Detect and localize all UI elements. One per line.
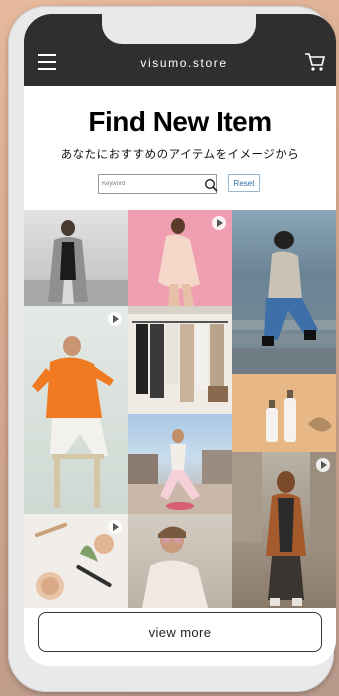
brand-name[interactable]: visumo.store bbox=[104, 56, 264, 70]
reset-button[interactable]: Reset bbox=[228, 174, 260, 192]
page-title: Find New Item bbox=[88, 106, 272, 137]
cart-icon[interactable] bbox=[304, 52, 326, 72]
phone-notch bbox=[102, 14, 256, 44]
gallery-item-makeup-flatlay[interactable] bbox=[24, 514, 128, 608]
gallery-item-denim-stairs-woman[interactable] bbox=[232, 210, 336, 374]
image-gallery bbox=[24, 210, 336, 612]
search-icon[interactable] bbox=[204, 178, 218, 192]
play-icon bbox=[108, 520, 122, 534]
gallery-item-cosmetic-bottles[interactable] bbox=[232, 374, 336, 452]
hamburger-menu-icon[interactable] bbox=[38, 54, 56, 70]
app-header: visumo.store bbox=[24, 14, 336, 86]
play-icon bbox=[212, 216, 226, 230]
play-icon bbox=[316, 458, 330, 472]
rooftop-pose-woman-image bbox=[128, 429, 232, 514]
cosmetic-bottles-image bbox=[266, 390, 332, 442]
app-screen: visumo.store Find New Item あなたにおすすめのアイテム… bbox=[24, 14, 336, 666]
gallery-item-plaid-coat-woman[interactable] bbox=[24, 210, 128, 306]
view-more-button[interactable]: view more bbox=[38, 612, 322, 652]
gallery-item-pink-dress-woman[interactable] bbox=[128, 210, 232, 306]
sunglasses-woman-image bbox=[142, 526, 208, 608]
plaid-coat-woman-image bbox=[24, 220, 128, 306]
clothing-rack-image bbox=[128, 306, 232, 402]
play-icon bbox=[108, 312, 122, 326]
gallery-item-orange-hoodie-woman[interactable] bbox=[24, 306, 128, 514]
gallery-item-clothing-rack[interactable] bbox=[128, 306, 232, 414]
orange-hoodie-woman-image bbox=[32, 336, 114, 508]
gallery-item-street-coat-woman[interactable] bbox=[232, 452, 336, 608]
gallery-item-rooftop-pose-woman[interactable] bbox=[128, 414, 232, 514]
search-bar: Reset bbox=[98, 174, 270, 196]
gallery-item-sunglasses-woman[interactable] bbox=[128, 514, 232, 608]
search-input[interactable] bbox=[98, 174, 217, 194]
street-coat-woman-image bbox=[232, 452, 336, 606]
denim-stairs-woman-image bbox=[232, 231, 336, 374]
page-subtitle: あなたにおすすめのアイテムをイメージから bbox=[60, 149, 300, 161]
